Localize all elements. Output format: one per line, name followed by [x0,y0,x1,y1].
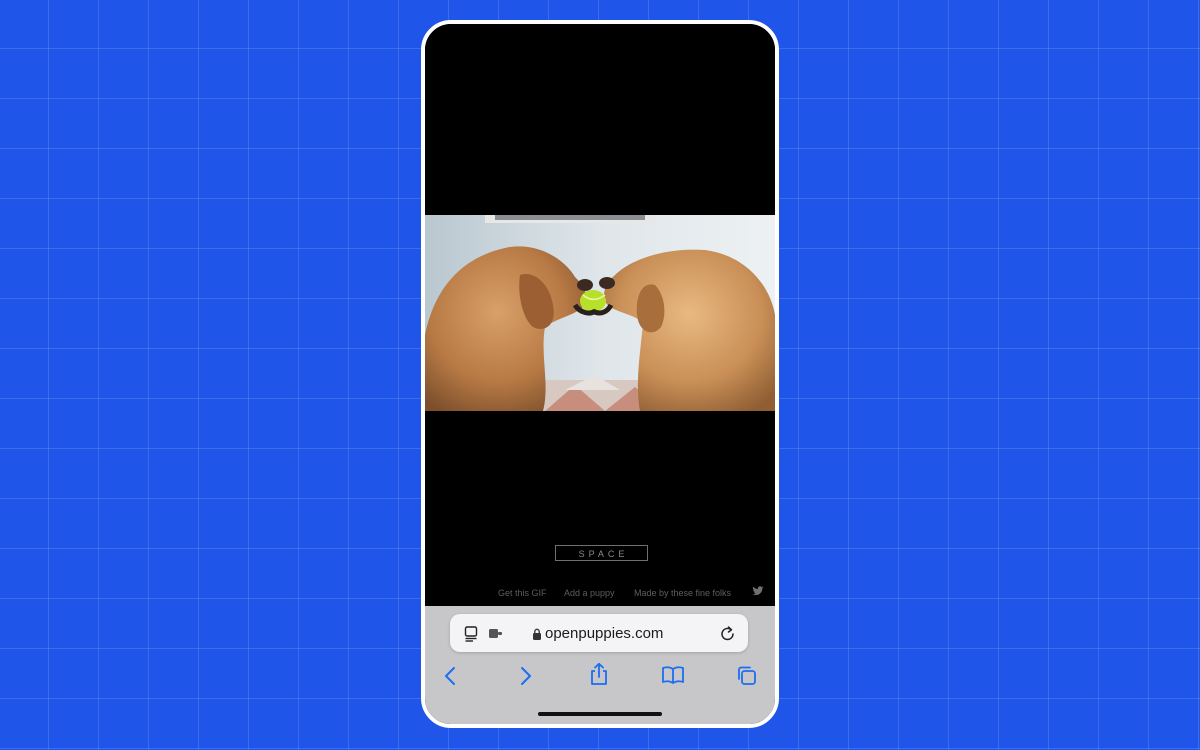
get-gif-link[interactable]: Get this GIF [498,588,547,598]
add-puppy-link[interactable]: Add a puppy [564,588,615,598]
address-bar[interactable]: openpuppies.com [450,614,748,652]
safari-toolbar: openpuppies.com [425,606,775,724]
extension-icon[interactable] [488,627,504,641]
puppy-gif[interactable] [425,215,775,411]
lock-icon [533,628,541,640]
back-icon[interactable] [443,666,457,686]
twitter-icon[interactable] [752,585,764,597]
home-indicator[interactable] [538,712,662,716]
web-viewport: SPACE Get this GIF Add a puppy Made by t… [425,24,775,606]
url-text[interactable]: openpuppies.com [545,625,663,642]
phone-frame: SPACE Get this GIF Add a puppy Made by t… [421,20,779,728]
share-icon[interactable] [589,662,609,686]
credits-link[interactable]: Made by these fine folks [634,588,731,598]
forward-icon[interactable] [519,666,533,686]
bookmarks-icon[interactable] [661,666,685,684]
space-button[interactable]: SPACE [555,545,648,561]
tabs-icon[interactable] [736,665,757,686]
footer-links: Get this GIF Add a puppy Made by these f… [425,588,775,600]
reload-icon[interactable] [720,625,736,642]
reader-mode-icon[interactable] [464,626,480,642]
